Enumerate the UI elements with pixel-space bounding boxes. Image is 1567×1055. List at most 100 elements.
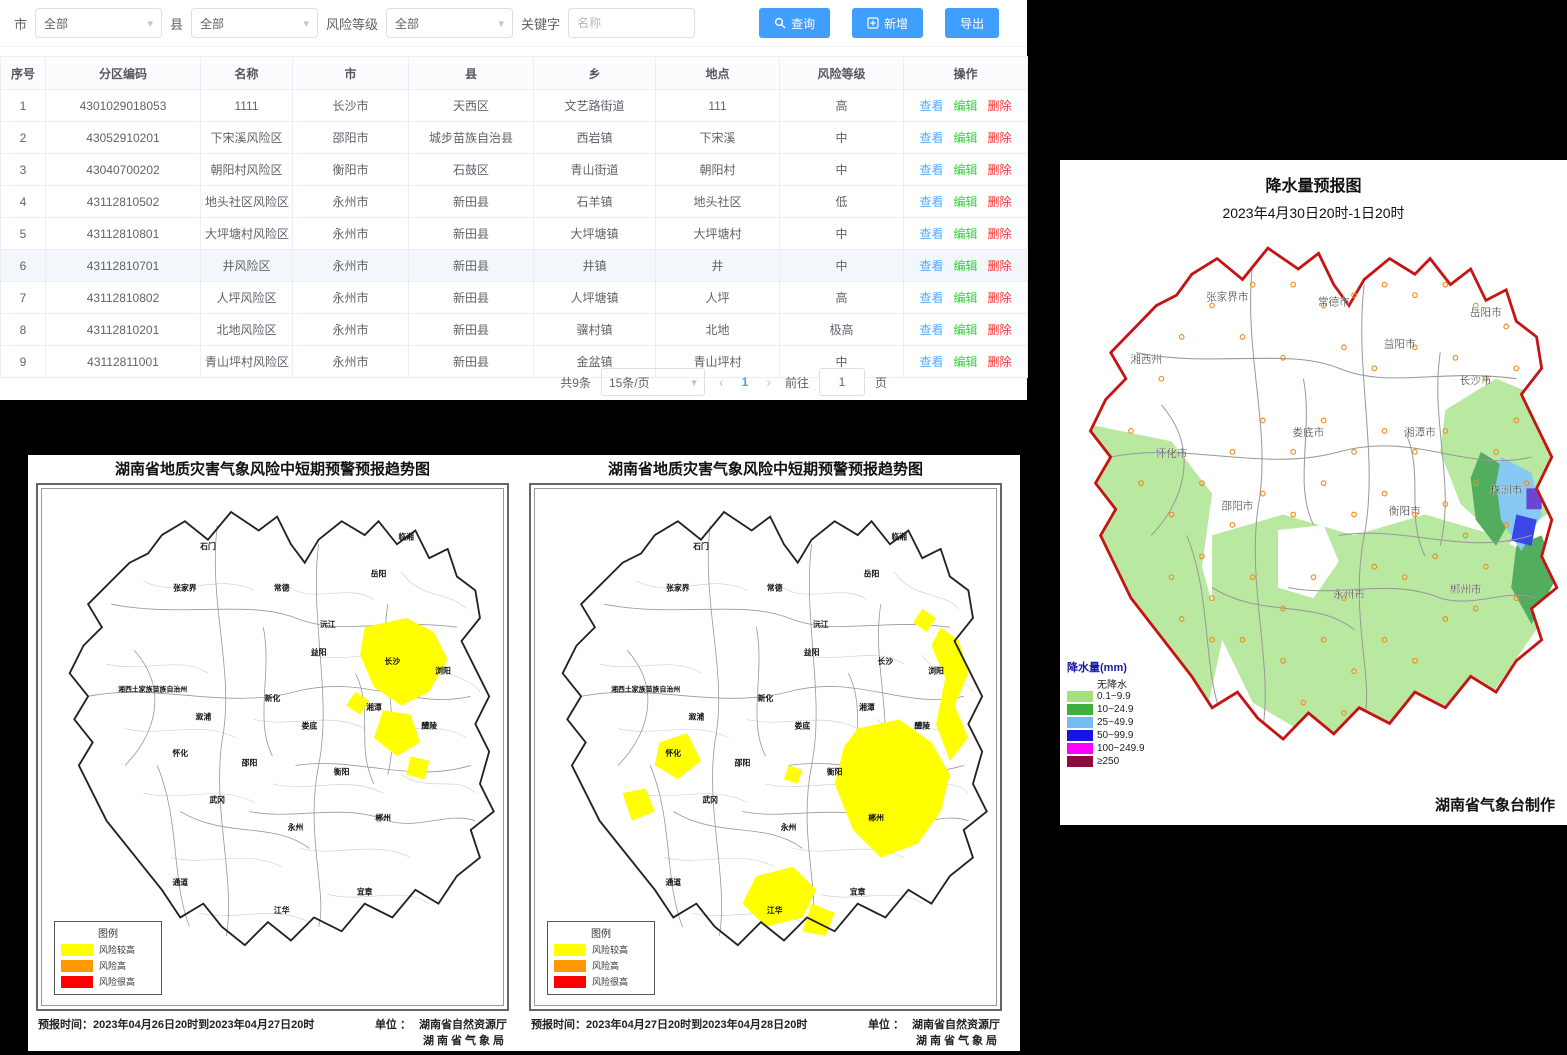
county-label: 常德: [767, 582, 783, 592]
delete-link[interactable]: 删除: [988, 291, 1012, 305]
edit-link[interactable]: 编辑: [953, 291, 977, 305]
chevron-down-icon: ▾: [691, 376, 697, 389]
yellow-risk-patch: [374, 710, 420, 756]
legend-item: 风险很高: [554, 975, 648, 988]
cell-actions: 查看编辑删除: [904, 122, 1028, 154]
export-button[interactable]: 导出: [945, 8, 999, 38]
cell-no: 3: [1, 154, 46, 186]
county-label: 长沙: [878, 656, 894, 666]
legend-swatch: [1067, 756, 1093, 767]
cell-county: 新田县: [409, 186, 534, 218]
delete-link[interactable]: 删除: [988, 227, 1012, 241]
unit-label: 单位 ：: [375, 1016, 411, 1047]
edit-link[interactable]: 编辑: [953, 99, 977, 113]
precip-map-subtitle: 2023年4月30日20时-1日20时: [1060, 196, 1567, 223]
next-page-button[interactable]: ›: [762, 374, 775, 390]
unit-org1: 湖南省自然资源厅: [419, 1016, 507, 1032]
cell-code: 43040700202: [46, 154, 201, 186]
prev-page-button[interactable]: ‹: [715, 374, 728, 390]
precip-map-credit: 湖南省气象台制作: [1435, 794, 1555, 815]
delete-link[interactable]: 删除: [988, 355, 1012, 369]
county-label: 娄底: [795, 721, 811, 731]
county-label: 岳阳: [864, 569, 880, 579]
table-row: 643112810701井风险区永州市新田县井镇井中查看编辑删除: [1, 250, 1028, 282]
column-header: 市: [293, 57, 409, 90]
trend-maps-panel: 湖南省地质灾害气象风险中短期预警预报趋势图 石门张家界常德临湘岳阳沅江益阳湘西土…: [28, 455, 1020, 1051]
legend-title: 图例: [554, 925, 648, 940]
view-link[interactable]: 查看: [919, 355, 943, 369]
city-label: 益阳市: [1384, 336, 1416, 350]
goto-page-input[interactable]: [819, 368, 865, 396]
delete-link[interactable]: 删除: [988, 99, 1012, 113]
column-header: 风险等级: [780, 57, 904, 90]
view-link[interactable]: 查看: [919, 259, 943, 273]
legend-label: 风险高: [592, 959, 619, 972]
cell-county: 新田县: [409, 314, 534, 346]
add-button[interactable]: 新增: [852, 8, 923, 38]
edit-link[interactable]: 编辑: [953, 259, 977, 273]
county-label: 宜章: [850, 886, 866, 896]
station-marker: [1261, 491, 1266, 496]
station-marker: [1372, 366, 1377, 371]
column-header: 名称: [201, 57, 293, 90]
cell-risk: 中: [780, 218, 904, 250]
cell-no: 7: [1, 282, 46, 314]
legend-label: ≥250: [1097, 756, 1119, 767]
legend-label: 0.1~9.9: [1097, 691, 1131, 702]
delete-link[interactable]: 删除: [988, 131, 1012, 145]
legend-swatch: [61, 960, 93, 972]
edit-link[interactable]: 编辑: [953, 163, 977, 177]
search-icon: [774, 17, 786, 29]
legend-swatch: [554, 976, 586, 988]
delete-link[interactable]: 删除: [988, 163, 1012, 177]
station-marker: [1413, 293, 1418, 298]
add-button-label: 新增: [884, 15, 908, 32]
view-link[interactable]: 查看: [919, 131, 943, 145]
yellow-risk-patch: [360, 618, 448, 706]
current-page[interactable]: 1: [738, 375, 753, 389]
search-button[interactable]: 查询: [759, 8, 830, 38]
legend-swatch: [1067, 678, 1093, 689]
view-link[interactable]: 查看: [919, 195, 943, 209]
edit-link[interactable]: 编辑: [953, 227, 977, 241]
cell-actions: 查看编辑删除: [904, 186, 1028, 218]
station-marker: [1230, 449, 1235, 454]
edit-link[interactable]: 编辑: [953, 355, 977, 369]
view-link[interactable]: 查看: [919, 227, 943, 241]
county-label: 宜章: [357, 886, 373, 896]
page-size-select[interactable]: 15条/页 ▾: [601, 368, 705, 396]
view-link[interactable]: 查看: [919, 163, 943, 177]
cell-town: 青山街道: [534, 154, 656, 186]
view-link[interactable]: 查看: [919, 291, 943, 305]
unit-label: 单位 ：: [868, 1016, 904, 1047]
risk-zone-table: 序号分区编码名称市县乡地点风险等级操作 143010290180531111长沙…: [0, 56, 1028, 378]
edit-link[interactable]: 编辑: [953, 131, 977, 145]
station-marker: [1210, 303, 1215, 308]
edit-link[interactable]: 编辑: [953, 323, 977, 337]
county-label: 衡阳: [827, 767, 843, 777]
county-label: 沅江: [320, 619, 336, 629]
city-label: 岳阳市: [1470, 305, 1502, 319]
unit-org2: 湖南省气象局: [419, 1032, 507, 1048]
cell-town: 西岩镇: [534, 122, 656, 154]
delete-link[interactable]: 删除: [988, 323, 1012, 337]
table-row: 243052910201下宋溪风险区邵阳市城步苗族自治县西岩镇下宋溪中查看编辑删…: [1, 122, 1028, 154]
pagination: 共9条 15条/页 ▾ ‹ 1 › 前往 页: [0, 368, 1027, 396]
county-select[interactable]: 全部 ▾: [191, 8, 318, 38]
edit-link[interactable]: 编辑: [953, 195, 977, 209]
cell-town: 文艺路街道: [534, 90, 656, 122]
view-link[interactable]: 查看: [919, 99, 943, 113]
county-label: 岳阳: [371, 569, 387, 579]
county-select-value: 全部: [200, 15, 224, 32]
forecast-time: 预报时间：2023年04月26日20时到2023年04月27日20时: [38, 1016, 314, 1047]
legend-item: 风险较高: [554, 943, 648, 956]
risk-level-select[interactable]: 全部 ▾: [386, 8, 513, 38]
view-link[interactable]: 查看: [919, 323, 943, 337]
delete-link[interactable]: 删除: [988, 195, 1012, 209]
legend-label: 100~249.9: [1097, 743, 1145, 754]
county-label: 新化: [758, 693, 774, 703]
keyword-input[interactable]: [568, 8, 695, 38]
city-select[interactable]: 全部 ▾: [35, 8, 162, 38]
delete-link[interactable]: 删除: [988, 259, 1012, 273]
city-label: 株洲市: [1490, 482, 1522, 496]
